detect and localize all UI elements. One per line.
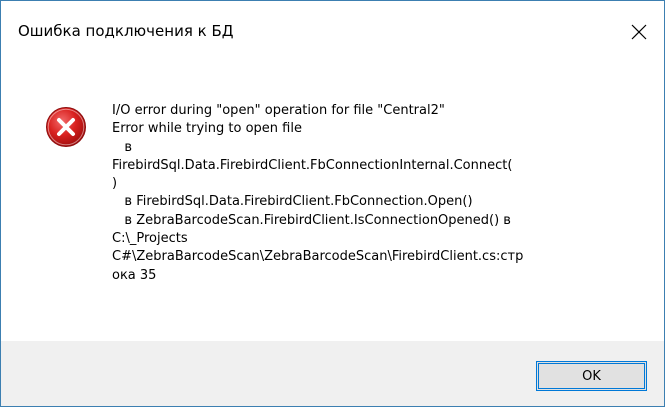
close-button[interactable] xyxy=(621,15,657,49)
title-bar[interactable]: Ошибка подключения к БД xyxy=(1,1,664,65)
ok-button[interactable]: OK xyxy=(536,361,647,391)
message-box-window: Ошибка подключения к БД I/O error during… xyxy=(0,0,665,407)
message-line: Error while trying to open file xyxy=(112,121,302,137)
message-line: ока 35 xyxy=(112,267,157,283)
message-line: C#\ZebraBarcodeScan\ZebraBarcodeScan\Fir… xyxy=(112,249,524,265)
message-line: в FirebirdSql.Data.FirebirdClient.FbConn… xyxy=(112,194,473,210)
error-icon xyxy=(45,106,87,148)
button-bar: OK xyxy=(1,341,664,406)
message-line: ) xyxy=(112,176,118,192)
dialog-content: I/O error during "open" operation for fi… xyxy=(1,65,664,341)
dialog-title: Ошибка подключения к БД xyxy=(18,22,234,40)
error-message: I/O error during "open" operation for fi… xyxy=(112,102,652,285)
message-line: C:\_Projects xyxy=(112,231,188,247)
message-line: в ZebraBarcodeScan.FirebirdClient.IsConn… xyxy=(112,212,511,228)
close-icon xyxy=(631,24,647,40)
message-line: FirebirdSql.Data.FirebirdClient.FbConnec… xyxy=(112,157,513,173)
message-line: в xyxy=(112,139,133,155)
message-line: I/O error during "open" operation for fi… xyxy=(112,103,445,118)
